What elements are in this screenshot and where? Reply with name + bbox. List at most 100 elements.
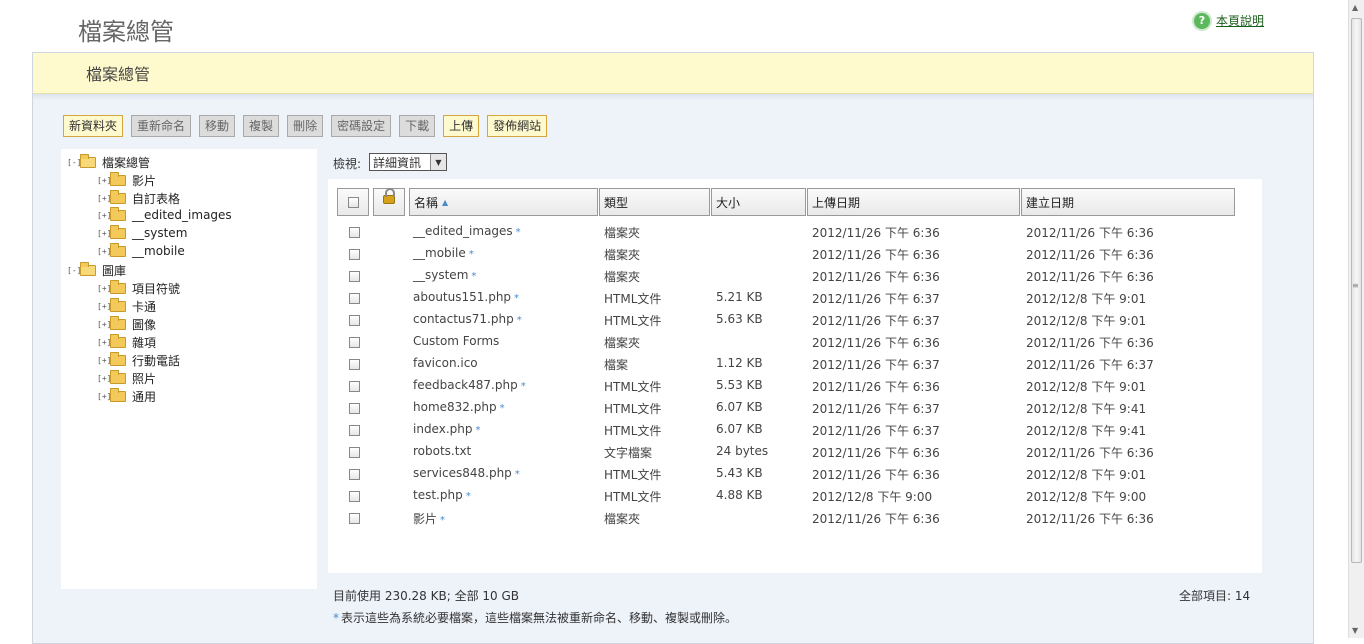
file-name[interactable]: index.php *: [413, 422, 480, 436]
file-name[interactable]: test.php *: [413, 488, 471, 502]
tree-node[interactable]: [+] 影片: [97, 172, 156, 189]
table-row[interactable]: 影片 * 檔案夾 2012/11/26 下午 6:36 2012/11/26 下午 6:…: [328, 507, 1262, 529]
file-name[interactable]: home832.php *: [413, 400, 505, 414]
table-row[interactable]: test.php * HTML文件 4.88 KB 2012/12/8 下午 9:00 2…: [328, 485, 1262, 507]
expand-icon[interactable]: [+]: [97, 374, 111, 383]
row-checkbox[interactable]: [349, 491, 360, 502]
table-row[interactable]: robots.txt 文字檔案 24 bytes 2012/11/26 下午 6:36…: [328, 441, 1262, 463]
download-button[interactable]: 下載: [399, 115, 436, 137]
row-checkbox[interactable]: [349, 403, 360, 414]
table-row[interactable]: services848.php * HTML文件 5.43 KB 2012/11/26 …: [328, 463, 1262, 485]
row-checkbox[interactable]: [349, 227, 360, 238]
view-select[interactable]: 詳細資訊 ▼: [369, 153, 447, 171]
file-name[interactable]: feedback487.php *: [413, 378, 526, 392]
header-uploaded[interactable]: 上傳日期: [807, 188, 1020, 216]
header-created[interactable]: 建立日期: [1021, 188, 1235, 216]
file-name[interactable]: robots.txt: [413, 444, 474, 458]
tree-node[interactable]: [+] 項目符號: [97, 280, 180, 297]
header-type[interactable]: 類型: [599, 188, 710, 216]
file-name[interactable]: contactus71.php *: [413, 312, 522, 326]
file-name[interactable]: Custom Forms: [413, 334, 502, 348]
tree-node[interactable]: [+] 行動電話: [97, 352, 180, 369]
scroll-up-icon[interactable]: ▲: [1352, 3, 1358, 12]
tree-node[interactable]: [+] __system: [97, 224, 187, 240]
row-checkbox[interactable]: [349, 315, 360, 326]
expand-icon[interactable]: [+]: [97, 284, 111, 293]
tree-node[interactable]: [+] 雜項: [97, 334, 156, 351]
row-checkbox[interactable]: [349, 447, 360, 458]
vertical-scrollbar[interactable]: ▲ ≡ ▼: [1348, 0, 1364, 638]
tree-node[interactable]: [+] __edited_images: [97, 206, 232, 222]
expand-icon[interactable]: [+]: [97, 338, 111, 347]
file-created: 2012/11/26 下午 6:36: [1026, 512, 1154, 526]
expand-icon[interactable]: [+]: [97, 356, 111, 365]
row-checkbox[interactable]: [349, 359, 360, 370]
expand-icon[interactable]: [+]: [97, 211, 111, 220]
table-row[interactable]: __edited_images * 檔案夾 2012/11/26 下午 6:36 201…: [328, 221, 1262, 243]
table-row[interactable]: home832.php * HTML文件 6.07 KB 2012/11/26 下午 6…: [328, 397, 1262, 419]
upload-button[interactable]: 上傳: [443, 115, 480, 137]
new-folder-button[interactable]: 新資料夾: [63, 115, 124, 137]
file-name[interactable]: __mobile *: [413, 246, 474, 260]
row-checkbox[interactable]: [349, 381, 360, 392]
file-name[interactable]: services848.php *: [413, 466, 520, 480]
row-checkbox[interactable]: [349, 469, 360, 480]
header-name[interactable]: 名稱 ▲: [409, 188, 598, 216]
table-row[interactable]: aboutus151.php * HTML文件 5.21 KB 2012/11/26 下…: [328, 287, 1262, 309]
help-link[interactable]: 本頁說明: [1216, 12, 1264, 29]
help[interactable]: ? 本頁說明: [1194, 12, 1264, 29]
file-name[interactable]: favicon.ico: [413, 356, 481, 370]
table-row[interactable]: index.php * HTML文件 6.07 KB 2012/11/26 下午 6:3…: [328, 419, 1262, 441]
expand-icon[interactable]: [+]: [97, 194, 111, 203]
collapse-icon[interactable]: [-]: [67, 266, 81, 275]
folder-icon: [110, 298, 126, 312]
tree-node-gallery[interactable]: [-] 圖庫: [67, 262, 126, 279]
row-checkbox[interactable]: [349, 249, 360, 260]
table-row[interactable]: favicon.ico 檔案 1.12 KB 2012/11/26 下午 6:37 20…: [328, 353, 1262, 375]
header-size[interactable]: 大小: [711, 188, 806, 216]
file-name[interactable]: aboutus151.php *: [413, 290, 519, 304]
chevron-down-icon[interactable]: ▼: [430, 154, 446, 170]
table-row[interactable]: Custom Forms 檔案夾 2012/11/26 下午 6:36 2012/11…: [328, 331, 1262, 353]
move-button[interactable]: 移動: [199, 115, 236, 137]
rename-button[interactable]: 重新命名: [131, 115, 192, 137]
expand-icon[interactable]: [+]: [97, 302, 111, 311]
table-row[interactable]: feedback487.php * HTML文件 5.53 KB 2012/11/26 …: [328, 375, 1262, 397]
table-row[interactable]: __system * 檔案夾 2012/11/26 下午 6:36 2012/11/26…: [328, 265, 1262, 287]
tree-node[interactable]: [+] __mobile: [97, 242, 185, 258]
row-checkbox[interactable]: [349, 293, 360, 304]
publish-button[interactable]: 發佈網站: [487, 115, 548, 137]
header-select-all[interactable]: [337, 188, 369, 216]
expand-icon[interactable]: [+]: [97, 392, 111, 401]
tree-node[interactable]: [+] 卡通: [97, 298, 156, 315]
row-checkbox[interactable]: [349, 271, 360, 282]
system-file-star: *: [520, 381, 526, 392]
table-row[interactable]: __mobile * 檔案夾 2012/11/26 下午 6:36 2012/11/26…: [328, 243, 1262, 265]
tree-node[interactable]: [+] 通用: [97, 388, 156, 405]
collapse-icon[interactable]: [-]: [67, 158, 81, 167]
password-button[interactable]: 密碼設定: [331, 115, 392, 137]
scroll-thumb[interactable]: [1351, 18, 1362, 563]
row-checkbox[interactable]: [349, 513, 360, 524]
file-name[interactable]: __system *: [413, 268, 476, 282]
table-row[interactable]: contactus71.php * HTML文件 5.63 KB 2012/11/26 …: [328, 309, 1262, 331]
help-icon[interactable]: ?: [1194, 12, 1210, 29]
expand-icon[interactable]: [+]: [97, 320, 111, 329]
row-checkbox[interactable]: [349, 425, 360, 436]
expand-icon[interactable]: [+]: [97, 176, 111, 185]
copy-button[interactable]: 複製: [243, 115, 280, 137]
file-name[interactable]: __edited_images *: [413, 224, 521, 238]
tree-node[interactable]: [+] 圖像: [97, 316, 156, 333]
tree-node[interactable]: [+] 照片: [97, 370, 156, 387]
file-name-text: 影片: [413, 512, 438, 526]
folder-icon: [110, 172, 126, 186]
expand-icon[interactable]: [+]: [97, 247, 111, 256]
file-name[interactable]: 影片 *: [413, 510, 445, 527]
tree-node[interactable]: [+] 自訂表格: [97, 190, 180, 207]
delete-button[interactable]: 刪除: [287, 115, 324, 137]
expand-icon[interactable]: [+]: [97, 229, 111, 238]
select-all-checkbox[interactable]: [347, 196, 359, 208]
row-checkbox[interactable]: [349, 337, 360, 348]
tree-node-root[interactable]: [-] 檔案總管: [67, 154, 150, 171]
scroll-down-icon[interactable]: ▼: [1352, 626, 1358, 635]
